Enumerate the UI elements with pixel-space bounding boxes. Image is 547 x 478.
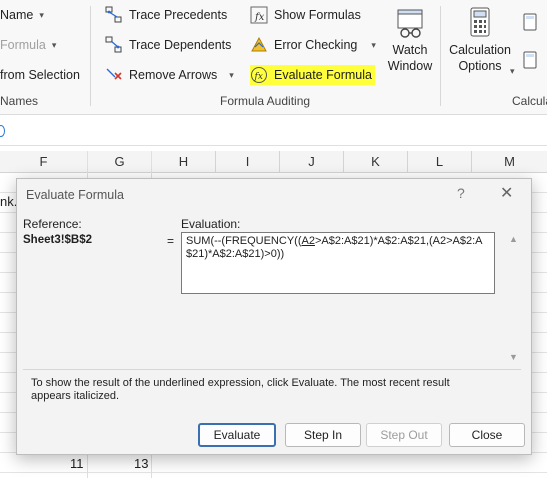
show-formulas-label: Show Formulas xyxy=(274,8,361,22)
svg-text:fx: fx xyxy=(254,72,263,82)
remove-arrows-icon xyxy=(105,66,123,84)
calculation-options-label: Calculation Options xyxy=(449,43,511,73)
calculator-icon xyxy=(446,6,514,42)
calculator-small-icon xyxy=(521,51,539,69)
group-label-formula-auditing: Formula Auditing xyxy=(220,94,311,108)
evaluate-formula-dialog: Evaluate Formula ? ✕ Reference: Sheet3!$… xyxy=(16,178,532,455)
chevron-down-icon: ▾ xyxy=(510,66,515,76)
create-from-selection-label: from Selection xyxy=(0,68,80,82)
trace-dependents-icon xyxy=(105,36,123,54)
step-in-button[interactable]: Step In xyxy=(285,423,361,447)
scroll-up-icon[interactable]: ▲ xyxy=(509,234,518,244)
chevron-down-icon: ▾ xyxy=(51,39,57,50)
trace-dependents-button[interactable]: Trace Dependents xyxy=(105,35,231,55)
evaluation-box: SUM(--(FREQUENCY((A2>A$2:A$21)*A$2:A$21,… xyxy=(181,232,495,294)
reference-value: Sheet3!$B$2 xyxy=(23,234,93,246)
evaluation-label: Evaluation: xyxy=(181,217,241,231)
create-from-selection-button[interactable]: from Selection xyxy=(0,65,80,85)
group-label-calculation: Calcula xyxy=(512,94,547,108)
reference-label: Reference: xyxy=(23,217,82,231)
calculator-small-icon xyxy=(521,13,539,31)
define-name-button[interactable]: Name ▾ xyxy=(0,5,44,25)
watch-window-icon xyxy=(384,6,436,42)
evaluation-scrollbar[interactable]: ▲ ▼ xyxy=(507,232,521,366)
group-label-names: Names xyxy=(0,94,39,108)
info-text: To show the result of the underlined exp… xyxy=(31,377,450,402)
cell-value[interactable]: 11 xyxy=(70,456,84,471)
trace-precedents-icon xyxy=(105,6,123,24)
trace-dependents-label: Trace Dependents xyxy=(129,38,232,52)
use-in-formula-button[interactable]: Formula ▾ xyxy=(0,35,56,55)
define-name-label: Name xyxy=(0,8,34,22)
close-button[interactable]: Close xyxy=(449,423,525,447)
column-header-m[interactable]: M xyxy=(472,151,547,173)
column-header-f[interactable]: F xyxy=(0,151,88,173)
remove-arrows-label: Remove Arrows xyxy=(129,68,218,82)
evaluate-formula-button[interactable]: fx Evaluate Formula xyxy=(250,65,375,85)
close-icon[interactable]: ✕ xyxy=(500,183,513,203)
ribbon: Name ▾ Formula ▾ from Selection Names Tr… xyxy=(0,0,547,115)
help-icon[interactable]: ? xyxy=(457,185,465,201)
group-separator xyxy=(440,6,441,106)
formula-text-before: SUM(--(FREQUENCY(( xyxy=(186,235,302,247)
trace-precedents-label: Trace Precedents xyxy=(129,8,228,22)
cell-value[interactable]: 13 xyxy=(134,456,148,471)
column-header-l[interactable]: L xyxy=(408,151,472,173)
circle-icon xyxy=(0,125,5,137)
svg-text:fx: fx xyxy=(254,12,265,23)
evaluate-formula-label: Evaluate Formula xyxy=(274,68,372,82)
error-checking-button[interactable]: Error Checking ▾ xyxy=(250,35,376,55)
step-out-button[interactable]: Step Out xyxy=(366,423,442,447)
error-checking-icon xyxy=(250,36,268,54)
remove-arrows-button[interactable]: Remove Arrows ▾ xyxy=(105,65,234,85)
show-formulas-icon: fx xyxy=(250,6,268,24)
chevron-down-icon: ▾ xyxy=(39,9,44,20)
group-separator xyxy=(90,6,91,106)
trace-precedents-button[interactable]: Trace Precedents xyxy=(105,5,227,25)
formula-bar[interactable] xyxy=(0,115,547,146)
dialog-title: Evaluate Formula xyxy=(26,188,124,202)
scroll-down-icon[interactable]: ▼ xyxy=(509,352,518,362)
chevron-down-icon[interactable]: ▾ xyxy=(371,40,376,51)
use-in-formula-label: Formula xyxy=(0,38,46,52)
equals-sign: = xyxy=(167,234,175,248)
watch-window-button[interactable]: Watch Window xyxy=(384,6,436,74)
chevron-down-icon[interactable]: ▾ xyxy=(229,70,234,81)
column-header-i[interactable]: I xyxy=(216,151,280,173)
column-header-h[interactable]: H xyxy=(152,151,216,173)
calculate-sheet-button[interactable] xyxy=(521,50,545,70)
formula-underlined-expression: A2 xyxy=(301,235,315,247)
column-header-j[interactable]: J xyxy=(280,151,344,173)
divider xyxy=(23,369,521,370)
calculate-now-button[interactable] xyxy=(521,12,545,32)
evaluate-button[interactable]: Evaluate xyxy=(198,423,276,447)
evaluate-formula-icon: fx xyxy=(250,66,268,84)
show-formulas-button[interactable]: fx Show Formulas xyxy=(250,5,361,25)
column-header-k[interactable]: K xyxy=(344,151,408,173)
error-checking-label: Error Checking xyxy=(274,38,358,52)
watch-window-label: Watch Window xyxy=(387,43,433,73)
column-header-g[interactable]: G xyxy=(88,151,152,173)
calculation-options-button[interactable]: Calculation Options xyxy=(446,6,514,74)
cell-text[interactable]: nk. xyxy=(0,194,17,209)
